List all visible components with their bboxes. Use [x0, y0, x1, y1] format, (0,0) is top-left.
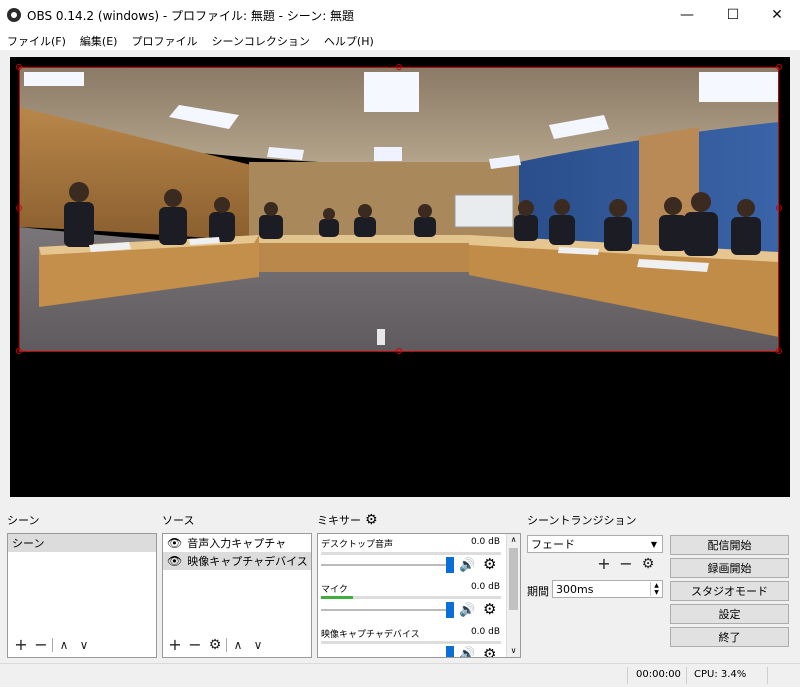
- add-scene-icon[interactable]: +: [12, 637, 30, 653]
- status-separator: [767, 667, 768, 684]
- move-up-icon[interactable]: ∧: [55, 637, 73, 653]
- maximize-button[interactable]: ☐: [710, 0, 756, 30]
- speaker-icon[interactable]: 🔊: [459, 558, 475, 573]
- add-source-icon[interactable]: +: [166, 637, 184, 653]
- status-separator: [627, 667, 628, 684]
- menu-profile[interactable]: プロファイル: [124, 30, 204, 50]
- gear-icon[interactable]: ⚙: [483, 645, 496, 657]
- minimize-button[interactable]: —: [664, 0, 710, 30]
- mixer-scrollbar[interactable]: ∧ ∨: [506, 534, 520, 657]
- scene-item[interactable]: シーン: [8, 534, 156, 552]
- scroll-up-icon[interactable]: ∧: [507, 534, 520, 546]
- gear-icon[interactable]: ⚙: [365, 513, 378, 527]
- speaker-icon[interactable]: 🔊: [459, 603, 475, 618]
- source-selection-border[interactable]: [19, 67, 779, 352]
- gear-icon[interactable]: ⚙: [639, 556, 657, 572]
- add-transition-icon[interactable]: +: [595, 556, 613, 572]
- remove-scene-icon[interactable]: −: [32, 637, 50, 653]
- menu-scene-collection[interactable]: シーンコレクション: [204, 30, 316, 50]
- menu-help[interactable]: ヘルプ(H): [317, 30, 381, 50]
- start-recording-button[interactable]: 録画開始: [670, 558, 789, 578]
- resize-handle-right[interactable]: [776, 205, 782, 211]
- volume-meter-level: [321, 596, 354, 599]
- source-label: 音声入力キャプチャ: [187, 537, 287, 550]
- eye-visibility-icon[interactable]: 👁: [167, 536, 182, 550]
- menu-bar: ファイル(F) 編集(E) プロファイル シーンコレクション ヘルプ(H): [0, 30, 800, 50]
- scenes-title: シーン: [7, 514, 40, 527]
- duration-value: 300ms: [556, 582, 594, 596]
- move-down-icon[interactable]: ∨: [249, 637, 267, 653]
- gear-icon[interactable]: ⚙: [206, 637, 224, 653]
- scenes-toolbar: + − ∧ ∨: [12, 637, 93, 653]
- volume-slider-track[interactable]: [321, 564, 451, 566]
- volume-meter: [321, 552, 501, 555]
- resize-handle-top-right[interactable]: [776, 64, 782, 70]
- exit-button[interactable]: 終了: [670, 627, 789, 647]
- remove-transition-icon[interactable]: −: [617, 556, 635, 572]
- gear-icon[interactable]: ⚙: [483, 600, 496, 618]
- window-title: OBS 0.14.2 (windows) - プロファイル: 無題 - シーン:…: [27, 9, 355, 23]
- mixer-channel-name: マイク: [321, 585, 348, 595]
- gear-icon[interactable]: ⚙: [483, 555, 496, 573]
- mixer-channel-db: 0.0 dB: [470, 537, 500, 547]
- duration-spinbox[interactable]: 300ms ▲ ▼: [552, 580, 663, 598]
- status-separator: [686, 667, 687, 684]
- volume-meter: [321, 596, 501, 599]
- volume-slider-handle[interactable]: [446, 646, 454, 657]
- scrollbar-thumb[interactable]: [509, 548, 518, 610]
- settings-button[interactable]: 設定: [670, 604, 789, 624]
- mixer-channel-db: 0.0 dB: [470, 582, 500, 592]
- volume-slider-handle[interactable]: [446, 557, 454, 573]
- mixer-channel-name: 映像キャプチャデバイス: [321, 630, 420, 640]
- dropdown-arrow-icon: ▼: [650, 539, 657, 549]
- close-button[interactable]: ✕: [754, 0, 800, 30]
- start-streaming-button[interactable]: 配信開始: [670, 535, 789, 555]
- obs-logo-icon: [7, 8, 21, 22]
- scroll-down-icon[interactable]: ∨: [507, 645, 520, 657]
- mixer-panel: デスクトップ音声 0.0 dB 🔊 ⚙ マイク 0.0 dB 🔊 ⚙ 映像キャプ…: [317, 533, 521, 658]
- resize-handle-top[interactable]: [396, 64, 402, 70]
- mixer-header: ミキサー ⚙: [317, 512, 378, 528]
- resize-handle-bottom[interactable]: [396, 348, 402, 354]
- transitions-title: シーントランジション: [527, 514, 637, 527]
- volume-slider-handle[interactable]: [446, 602, 454, 618]
- eye-visibility-icon[interactable]: 👁: [167, 554, 182, 568]
- move-down-icon[interactable]: ∨: [75, 637, 93, 653]
- mixer-title: ミキサー: [317, 514, 361, 527]
- spin-up-icon[interactable]: ▲: [651, 582, 662, 589]
- transition-selected: フェード: [531, 538, 575, 551]
- speaker-icon[interactable]: 🔊: [459, 647, 475, 657]
- toolbar-separator: [226, 638, 227, 652]
- spin-buttons[interactable]: ▲ ▼: [650, 582, 662, 596]
- mixer-channel-db: 0.0 dB: [470, 627, 500, 637]
- resize-handle-bottom-left[interactable]: [16, 348, 22, 354]
- preview-canvas[interactable]: [10, 57, 790, 497]
- title-bar: OBS 0.14.2 (windows) - プロファイル: 無題 - シーン:…: [0, 0, 800, 30]
- status-cpu: CPU: 3.4%: [694, 669, 747, 680]
- volume-meter: [321, 641, 501, 644]
- resize-handle-bottom-right[interactable]: [776, 348, 782, 354]
- menu-edit[interactable]: 編集(E): [73, 30, 125, 50]
- source-label: 映像キャプチャデバイス: [187, 555, 308, 568]
- remove-source-icon[interactable]: −: [186, 637, 204, 653]
- duration-label: 期間: [527, 585, 549, 598]
- studio-mode-button[interactable]: スタジオモード: [670, 581, 789, 601]
- spin-down-icon[interactable]: ▼: [651, 589, 662, 596]
- status-time: 00:00:00: [636, 669, 681, 680]
- source-item[interactable]: 👁 映像キャプチャデバイス: [163, 552, 311, 570]
- sources-toolbar: + − ⚙ ∧ ∨: [166, 637, 267, 654]
- resize-handle-top-left[interactable]: [16, 64, 22, 70]
- volume-slider-track[interactable]: [321, 609, 451, 611]
- mixer-channel-name: デスクトップ音声: [321, 540, 394, 550]
- resize-handle-left[interactable]: [16, 205, 22, 211]
- move-up-icon[interactable]: ∧: [229, 637, 247, 653]
- transition-toolbar: + − ⚙: [595, 556, 657, 573]
- menu-file[interactable]: ファイル(F): [0, 30, 73, 50]
- toolbar-separator: [52, 638, 53, 652]
- sources-title: ソース: [162, 514, 195, 527]
- source-item[interactable]: 👁 音声入力キャプチャ: [163, 534, 311, 552]
- transition-select[interactable]: フェード ▼: [527, 535, 663, 553]
